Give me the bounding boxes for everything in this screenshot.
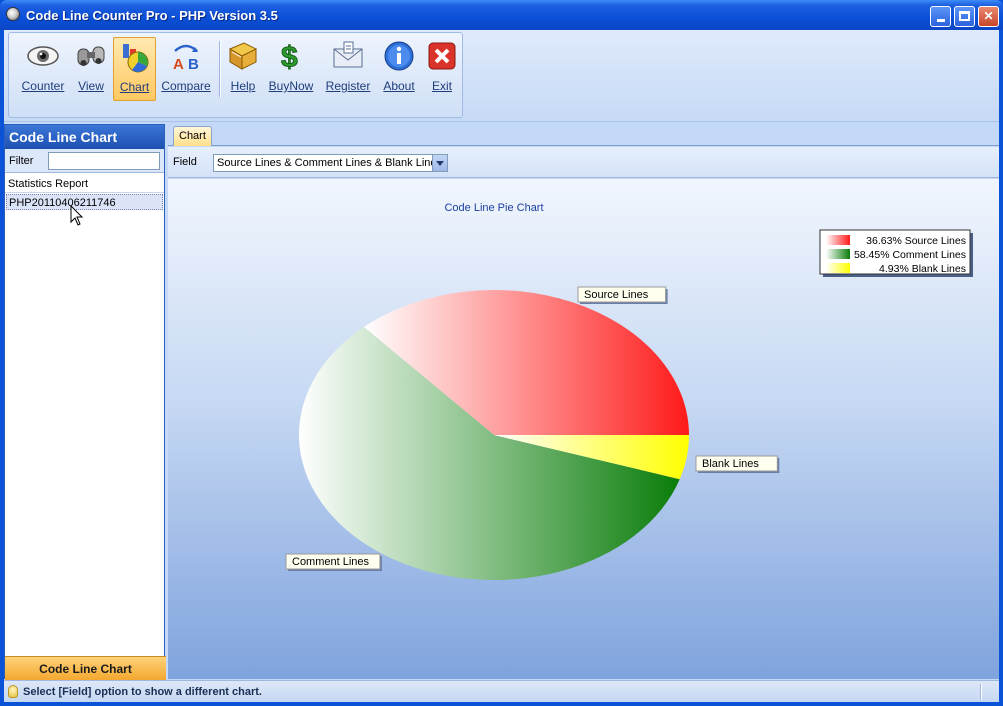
svg-text:$: $	[281, 41, 298, 73]
toolbar-area: Counter View Chart A B Compare Help $ Bu…	[4, 30, 999, 122]
app-icon[interactable]	[6, 7, 20, 21]
pie-label-comment-lines: Comment Lines	[285, 553, 382, 571]
dollar-icon: $	[281, 41, 299, 74]
toolbar-label-counter: Counter	[21, 79, 65, 93]
svg-text:A: A	[173, 56, 184, 73]
toolbar-button-view[interactable]: View	[71, 37, 111, 101]
pie-label-source-lines: Source Lines	[577, 286, 668, 304]
toolbar-button-chart[interactable]: Chart	[113, 37, 156, 101]
toolbar-button-about[interactable]: About	[379, 37, 419, 101]
toolbar: Counter View Chart A B Compare Help $ Bu…	[8, 32, 463, 118]
filter-label: Filter	[9, 155, 34, 167]
register-envelope-icon	[333, 41, 363, 68]
toolbar-label-exit: Exit	[431, 79, 452, 93]
status-text: Select [Field] option to show a differen…	[23, 686, 262, 698]
toolbar-button-help[interactable]: Help	[225, 37, 261, 101]
field-row: Field Source Lines & Comment Lines & Bla…	[168, 147, 999, 178]
svg-text:Blank Lines: Blank Lines	[702, 458, 759, 470]
exit-x-icon	[428, 42, 456, 70]
tab-strip: Chart	[168, 124, 999, 146]
toolbar-button-counter[interactable]: Counter	[17, 37, 69, 101]
toolbar-button-compare[interactable]: A B Compare	[159, 37, 213, 101]
toolbar-label-view: View	[78, 79, 104, 93]
toolbar-label-register: Register	[325, 79, 371, 93]
status-bar: Select [Field] option to show a differen…	[4, 680, 999, 702]
toolbar-label-buynow: BuyNow	[268, 79, 314, 93]
eye-icon	[27, 46, 59, 66]
window-frame-right	[999, 30, 1003, 706]
toolbar-label-about: About	[383, 79, 415, 93]
pie-label-blank-lines: Blank Lines	[695, 455, 780, 473]
chart-legend: 36.63% Source Lines 58.45% Comment Lines 4…	[819, 229, 973, 277]
filter-row: Filter	[5, 149, 164, 173]
svg-text:4.93% Blank Lines: 4.93% Blank Lines	[879, 263, 966, 275]
toolbar-button-buynow[interactable]: $ BuyNow	[267, 37, 315, 101]
window-frame-bottom	[0, 702, 1003, 706]
toolbar-label-chart: Chart	[119, 80, 150, 94]
info-icon	[384, 41, 414, 71]
chart-area: Code Line Pie Chart Source Lines Comment L…	[168, 179, 999, 679]
chart-title: Code Line Pie Chart	[444, 202, 543, 214]
field-select-value: Source Lines & Comment Lines & Blank Lin…	[217, 157, 443, 169]
client-area: Counter View Chart A B Compare Help $ Bu…	[4, 30, 999, 702]
chevron-down-icon[interactable]	[432, 155, 447, 171]
compare-ab-icon: A B	[173, 44, 199, 73]
svg-text:58.45% Comment Lines: 58.45% Comment Lines	[854, 249, 966, 261]
field-label: Field	[173, 156, 197, 168]
left-panel: Code Line Chart Filter Statistics Report…	[4, 124, 166, 681]
close-button[interactable]: ✕	[978, 6, 999, 27]
tree-header-statistics-report[interactable]: Statistics Report	[5, 175, 164, 193]
field-select[interactable]: Source Lines & Comment Lines & Blank Lin…	[213, 154, 448, 172]
mouse-cursor-icon	[70, 205, 84, 226]
left-panel-title: Code Line Chart	[5, 125, 164, 149]
maximize-icon	[959, 11, 970, 21]
toolbar-button-exit[interactable]: Exit	[425, 37, 459, 101]
svg-text:Source Lines: Source Lines	[584, 289, 649, 301]
svg-text:Comment Lines: Comment Lines	[292, 556, 370, 568]
left-panel-footer-button[interactable]: Code Line Chart	[5, 656, 166, 681]
close-icon: ✕	[983, 9, 994, 23]
status-separator	[980, 684, 982, 700]
title-bar: Code Line Counter Pro - PHP Version 3.5 …	[0, 0, 1003, 30]
minimize-button[interactable]	[930, 6, 951, 27]
toolbar-button-register[interactable]: Register	[323, 37, 373, 101]
tree-item-report[interactable]: PHP20110406211746	[6, 194, 163, 210]
binoculars-icon	[77, 46, 105, 66]
filter-input[interactable]	[48, 152, 160, 170]
chart-icon	[122, 44, 148, 73]
tab-chart[interactable]: Chart	[173, 126, 212, 146]
toolbar-separator	[219, 41, 221, 97]
help-book-icon	[228, 42, 258, 70]
toolbar-label-compare: Compare	[161, 79, 211, 93]
right-panel: Chart Field Source Lines & Comment Lines…	[168, 124, 999, 679]
maximize-button[interactable]	[954, 6, 975, 27]
pie-chart: Code Line Pie Chart Source Lines Comment L…	[285, 202, 973, 581]
svg-text:B: B	[188, 56, 199, 73]
window-title: Code Line Counter Pro - PHP Version 3.5	[26, 8, 278, 23]
svg-text:36.63% Source Lines: 36.63% Source Lines	[866, 235, 966, 247]
minimize-icon	[936, 19, 945, 22]
toolbar-label-help: Help	[230, 79, 256, 93]
lightbulb-icon	[8, 685, 18, 698]
